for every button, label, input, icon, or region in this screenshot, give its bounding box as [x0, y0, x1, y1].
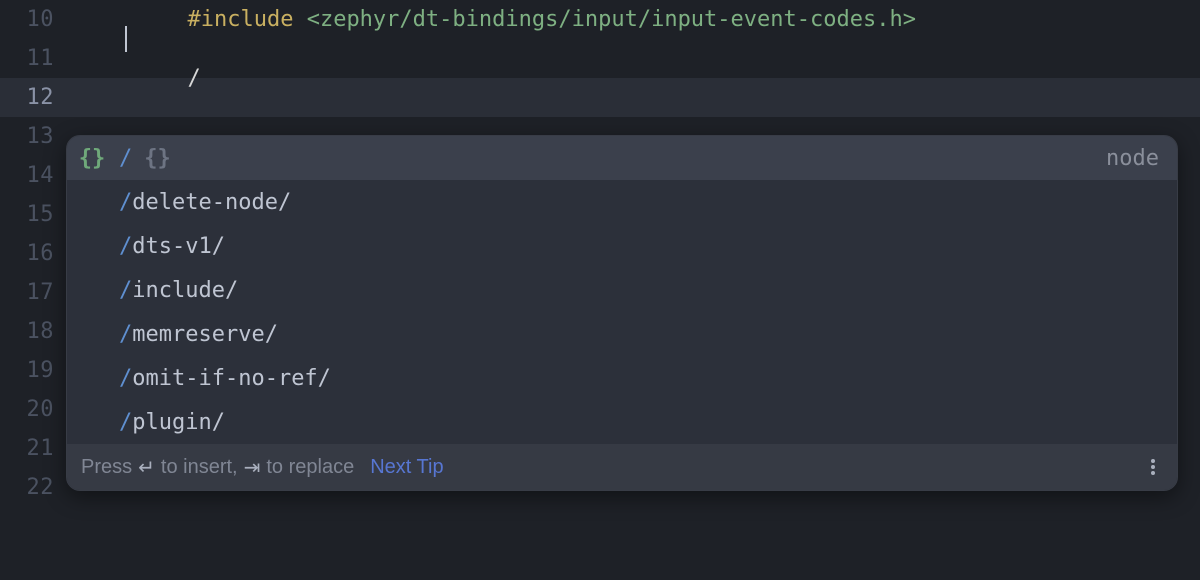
autocomplete-item-kind: node	[1106, 146, 1159, 171]
blank-icon	[77, 319, 107, 349]
braces-icon: {}	[77, 143, 107, 173]
enter-key-icon: ↵	[138, 455, 155, 480]
blank-icon	[77, 187, 107, 217]
autocomplete-footer: Press ↵ to insert, ⇥ to replace Next Tip	[67, 444, 1177, 490]
autocomplete-item-label: /memreserve/	[119, 322, 278, 347]
autocomplete-item-hint: {}	[144, 146, 171, 171]
autocomplete-item-label: /include/	[119, 278, 238, 303]
typed-text: /	[187, 66, 200, 91]
tab-key-icon: ⇥	[244, 455, 261, 480]
footer-text: to insert,	[161, 456, 238, 479]
autocomplete-item-plugin[interactable]: /plugin/	[67, 400, 1177, 444]
code-editor[interactable]: 10 #include <zephyr/dt-bindings/input/in…	[0, 0, 1200, 580]
autocomplete-list[interactable]: {} / {} node /delete-node/ /dts-v1/ /inc…	[67, 136, 1177, 444]
autocomplete-item-label: /plugin/	[119, 410, 225, 435]
code-line-active[interactable]: 12 /	[0, 78, 1200, 117]
line-number: 10	[0, 0, 78, 39]
autocomplete-item-root-node[interactable]: {} / {} node	[67, 136, 1177, 180]
line-number: 12	[0, 78, 78, 117]
autocomplete-item-include[interactable]: /include/	[67, 268, 1177, 312]
autocomplete-item-label: /	[119, 146, 132, 171]
footer-text: Press	[81, 456, 132, 479]
text-caret	[125, 26, 127, 52]
blank-icon	[77, 363, 107, 393]
autocomplete-item-memreserve[interactable]: /memreserve/	[67, 312, 1177, 356]
autocomplete-item-label: /dts-v1/	[119, 234, 225, 259]
blank-icon	[77, 275, 107, 305]
autocomplete-item-label: /omit-if-no-ref/	[119, 366, 331, 391]
footer-text: to replace	[266, 456, 354, 479]
blank-icon	[77, 231, 107, 261]
autocomplete-popup[interactable]: {} / {} node /delete-node/ /dts-v1/ /inc…	[66, 135, 1178, 491]
more-options-icon[interactable]	[1143, 457, 1163, 477]
autocomplete-item-label: /delete-node/	[119, 190, 291, 215]
line-number: 11	[0, 39, 78, 78]
autocomplete-item-omit-if-no-ref[interactable]: /omit-if-no-ref/	[67, 356, 1177, 400]
autocomplete-item-dts-v1[interactable]: /dts-v1/	[67, 224, 1177, 268]
blank-icon	[77, 407, 107, 437]
next-tip-link[interactable]: Next Tip	[370, 456, 443, 479]
autocomplete-item-delete-node[interactable]: /delete-node/	[67, 180, 1177, 224]
